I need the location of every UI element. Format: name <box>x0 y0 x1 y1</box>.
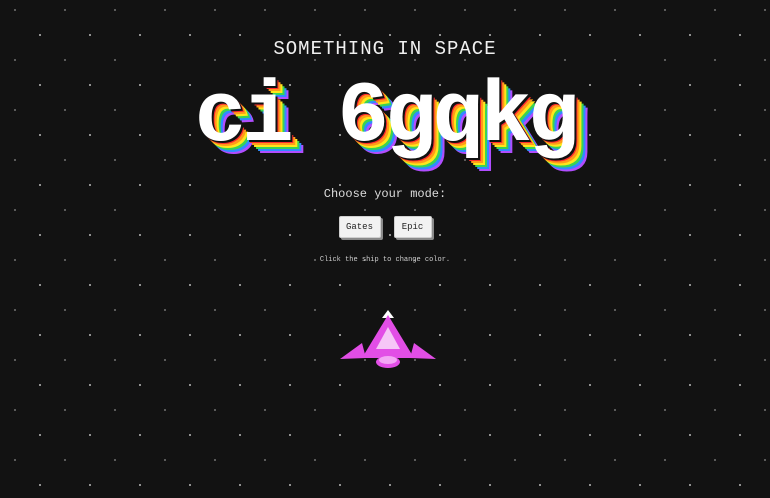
mode-button-group: Gates Epic <box>0 216 770 238</box>
gates-mode-button[interactable]: Gates <box>338 216 381 238</box>
mode-prompt: Choose your mode: <box>323 187 447 201</box>
ship-color-hint: Click the ship to change color. <box>319 256 451 264</box>
ship-thruster-glow <box>379 356 397 364</box>
epic-mode-button[interactable]: Epic <box>393 216 432 238</box>
game-subtitle: SOMETHING IN SPACE <box>273 38 497 60</box>
ship-right-wing <box>410 343 436 359</box>
game-title: ci 6gqkg <box>194 68 580 166</box>
game-start-screen: SOMETHING IN SPACE ci 6gqkg Choose your … <box>0 0 770 498</box>
ship-left-wing <box>340 343 366 359</box>
player-ship[interactable] <box>338 308 438 370</box>
